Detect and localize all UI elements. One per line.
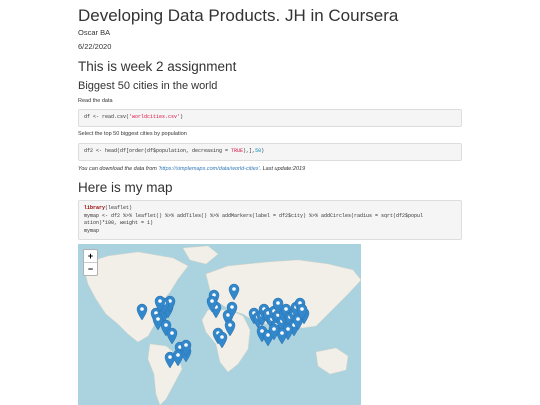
section-heading-map: Here is my map xyxy=(78,180,173,195)
select-cities-label: Select the top 50 biggest cities by popu… xyxy=(78,131,187,137)
subsection-heading-cities: Biggest 50 cities in the world xyxy=(78,80,218,92)
download-note: You can download the data from 'https://… xyxy=(78,166,306,172)
section-heading-assignment: This is week 2 assignment xyxy=(78,59,237,74)
city-marker[interactable] xyxy=(228,283,240,301)
date: 6/22/2020 xyxy=(78,42,112,51)
city-markers xyxy=(136,283,310,369)
data-source-link[interactable]: 'https://simplemaps.com/data/world-citie… xyxy=(158,166,259,172)
leaflet-map[interactable]: + − xyxy=(78,244,361,405)
city-marker[interactable] xyxy=(166,327,178,345)
code-block-select: df2 <- head(df[order(df$population, decr… xyxy=(78,143,462,161)
page-title: Developing Data Products. JH in Coursera xyxy=(78,6,399,25)
code-block-read: df <- read.csv('worldcities.csv') xyxy=(78,109,462,127)
city-marker[interactable] xyxy=(136,303,148,321)
code-block-map: library(leaflet) mymap <- df2 %>% leafle… xyxy=(78,200,462,240)
author: Oscar BA xyxy=(78,28,111,37)
read-data-label: Read the data xyxy=(78,98,113,104)
city-marker[interactable] xyxy=(224,319,236,337)
city-marker[interactable] xyxy=(216,331,228,349)
